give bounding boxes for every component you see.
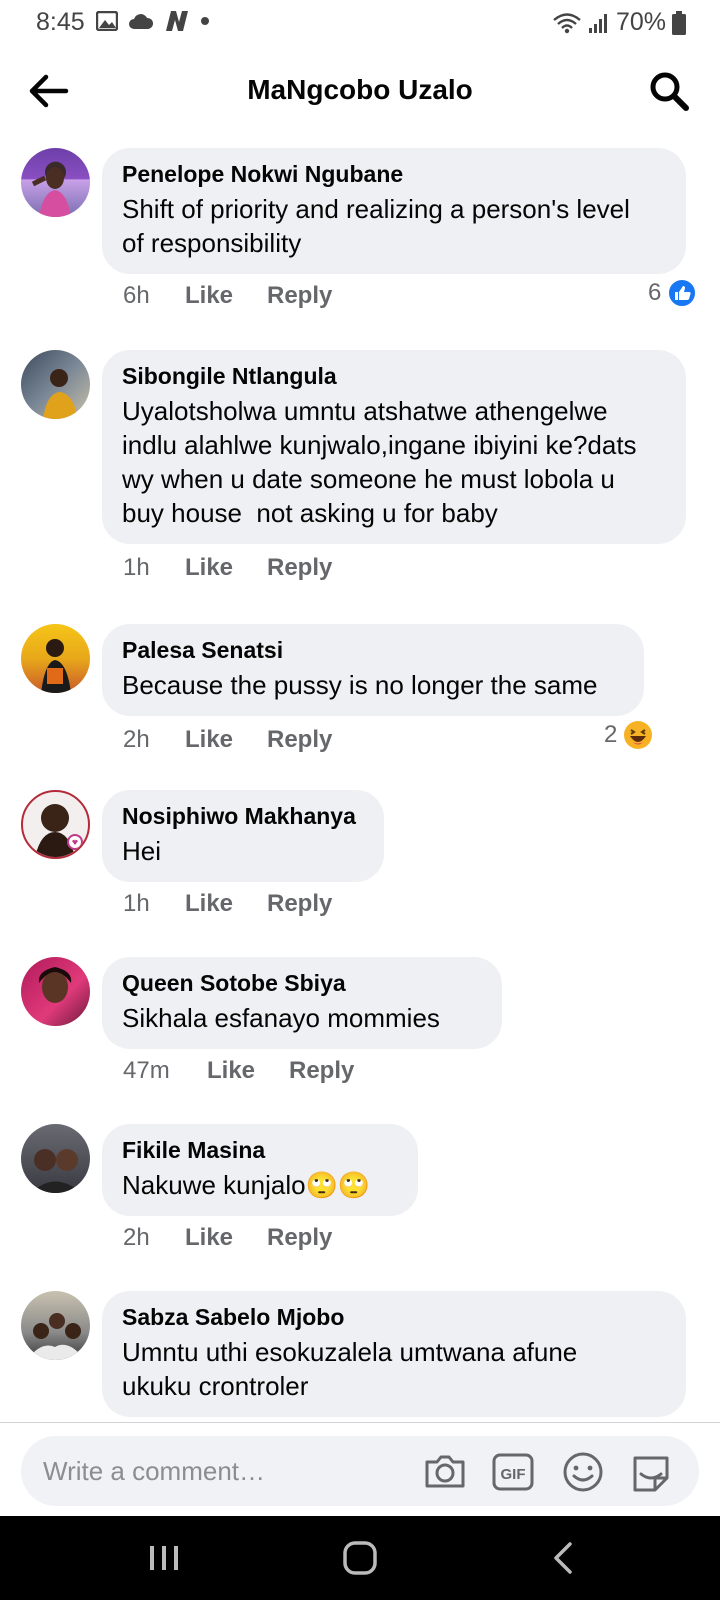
avatar[interactable] — [21, 148, 90, 217]
comment-author[interactable]: Penelope Nokwi Ngubane — [122, 160, 666, 188]
composer-divider — [0, 1422, 720, 1423]
comment-bubble[interactable]: Fikile Masina Nakuwe kunjalo🙄🙄 — [102, 1124, 418, 1216]
page-title: MaNgcobo Uzalo — [247, 74, 473, 105]
comment-text: Uyalotsholwa umntu atshatwe athengelwe i… — [122, 396, 637, 528]
comment-bubble[interactable]: Penelope Nokwi Ngubane Shift of priority… — [102, 148, 686, 274]
avatar[interactable] — [21, 1124, 90, 1193]
like-button[interactable]: Like — [207, 1057, 289, 1085]
comment-time: 1h — [123, 554, 150, 581]
avatar-image — [41, 639, 71, 693]
avatar[interactable] — [21, 350, 90, 419]
reply-button[interactable]: Reply — [267, 554, 347, 582]
status-right: 70% — [552, 8, 686, 37]
avatar[interactable] — [21, 790, 90, 859]
comment-time: 2h — [123, 1224, 150, 1251]
like-button[interactable]: Like — [185, 554, 267, 582]
comment-bubble[interactable]: Queen Sotobe Sbiya Sikhala esfanayo momm… — [102, 957, 502, 1049]
like-button[interactable]: Like — [185, 282, 267, 310]
reaction-count: 6 — [648, 279, 662, 306]
reply-button[interactable]: Reply — [267, 726, 347, 754]
avatar-image — [38, 967, 72, 1003]
comment-author[interactable]: Queen Sotobe Sbiya — [122, 969, 482, 997]
comment-text: Sikhala esfanayo mommies — [122, 1003, 440, 1033]
gif-icon[interactable]: GIF — [491, 1450, 535, 1494]
battery-percent: 70% — [615, 8, 666, 36]
avatar[interactable] — [21, 1291, 90, 1360]
dot-icon — [201, 17, 209, 25]
cloud-icon — [129, 14, 154, 29]
reaction-summary[interactable]: 6 — [648, 278, 698, 308]
comment-bubble[interactable]: Palesa Senatsi Because the pussy is no l… — [102, 624, 644, 716]
comment-author[interactable]: Palesa Senatsi — [122, 636, 624, 664]
comment-time: 1h — [123, 890, 150, 917]
comment-author[interactable]: Sabza Sabelo Mjobo — [122, 1303, 666, 1331]
comment-composer[interactable]: Write a comment… GIF — [21, 1436, 699, 1506]
recent-apps-icon[interactable] — [144, 1540, 184, 1576]
like-reaction-icon — [667, 278, 698, 308]
signal-icon — [588, 13, 607, 33]
avatar-image — [31, 1149, 81, 1193]
comment-time: 47m — [123, 1057, 170, 1084]
emoji-icon[interactable] — [561, 1450, 605, 1494]
comment-actions: 1h Like Reply — [123, 890, 347, 918]
comment-text: Hei — [122, 836, 162, 866]
avatar-image — [35, 804, 83, 857]
haha-reaction-icon — [624, 721, 653, 749]
status-left-icons — [96, 10, 210, 32]
status-time: 8:45 — [36, 8, 85, 36]
like-button[interactable]: Like — [185, 726, 267, 754]
reply-button[interactable]: Reply — [267, 890, 347, 918]
avatar-image — [43, 369, 77, 419]
comment-bubble[interactable]: Sibongile Ntlangula Uyalotsholwa umntu a… — [102, 350, 686, 544]
system-nav-bar — [0, 1516, 720, 1600]
camera-icon[interactable] — [423, 1450, 467, 1494]
comment-text: Shift of priority and realizing a person… — [122, 194, 630, 258]
comment-actions: 6h Like Reply — [123, 282, 347, 310]
sticker-icon[interactable] — [629, 1450, 673, 1494]
wifi-icon — [553, 12, 581, 33]
avatar[interactable] — [21, 957, 90, 1026]
svg-text:GIF: GIF — [501, 1466, 526, 1483]
comment-actions: 1h Like Reply — [123, 554, 347, 582]
like-button[interactable]: Like — [185, 890, 267, 918]
comment-author[interactable]: Sibongile Ntlangula — [122, 362, 666, 390]
comment-author[interactable]: Fikile Masina — [122, 1136, 398, 1164]
reply-button[interactable]: Reply — [289, 1057, 369, 1085]
comment-bubble[interactable]: Sabza Sabelo Mjobo Umntu uthi esokuzalel… — [102, 1291, 686, 1417]
n-app-icon — [166, 11, 188, 31]
reaction-summary[interactable]: 2 — [604, 720, 653, 750]
header: MaNgcobo Uzalo — [0, 46, 720, 136]
reaction-count: 2 — [604, 721, 618, 748]
comment-text: Nakuwe kunjalo🙄🙄 — [122, 1170, 371, 1200]
comment-text: Umntu uthi esokuzalela umtwana afune uku… — [122, 1337, 578, 1401]
search-icon[interactable] — [646, 68, 692, 114]
avatar[interactable] — [21, 624, 90, 693]
comment-author[interactable]: Nosiphiwo Makhanya — [122, 802, 364, 830]
avatar-image — [31, 167, 71, 217]
comment-actions: 47m Like Reply — [123, 1057, 369, 1085]
comment-actions: 2h Like Reply — [123, 726, 347, 754]
comment-actions: 2h Like Reply — [123, 1224, 347, 1252]
home-icon[interactable] — [340, 1540, 380, 1576]
like-button[interactable]: Like — [185, 1224, 267, 1252]
image-icon — [96, 11, 118, 31]
avatar-image — [27, 1313, 85, 1360]
status-bar: 8:45 70% — [0, 0, 720, 46]
comment-time: 6h — [123, 282, 150, 309]
back-nav-icon[interactable] — [544, 1540, 584, 1576]
comment-bubble[interactable]: Nosiphiwo Makhanya Hei — [102, 790, 384, 882]
reply-button[interactable]: Reply — [267, 1224, 347, 1252]
comment-list[interactable]: Penelope Nokwi Ngubane Shift of priority… — [0, 136, 720, 1422]
reply-button[interactable]: Reply — [267, 282, 347, 310]
comment-input[interactable]: Write a comment… — [43, 1456, 265, 1487]
comment-text: Because the pussy is no longer the same — [122, 670, 598, 700]
battery-icon — [672, 10, 686, 35]
comment-time: 2h — [123, 726, 150, 753]
